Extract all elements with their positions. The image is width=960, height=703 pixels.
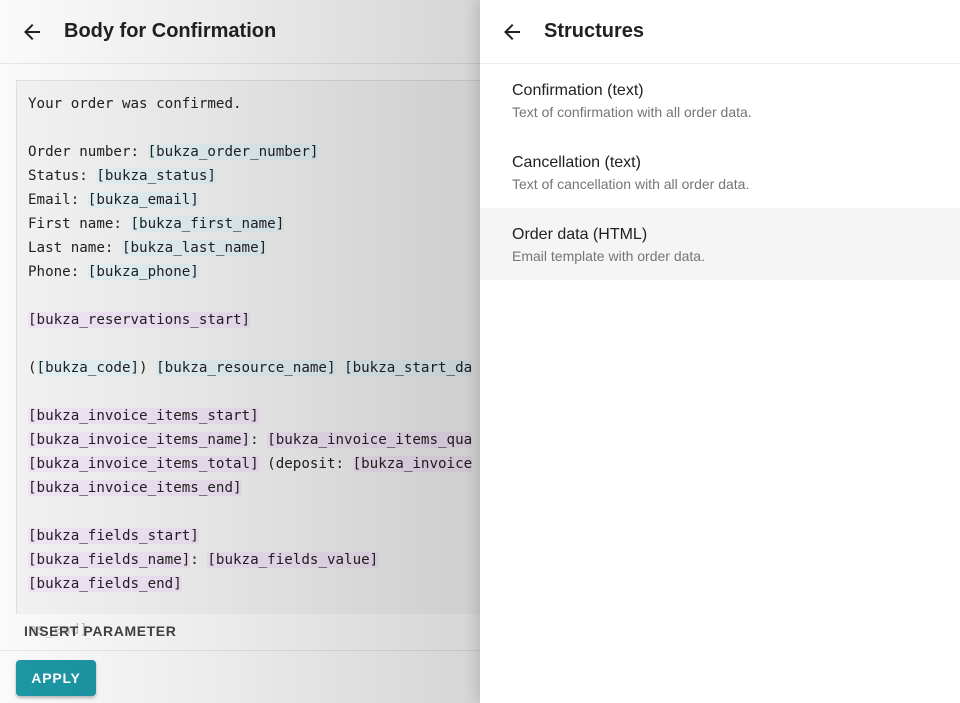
code-section-tag: [bukza_invoice_items_start] — [28, 408, 259, 424]
code-text: : — [190, 552, 208, 568]
back-button[interactable] — [0, 0, 64, 64]
code-text: : — [250, 432, 268, 448]
code-section-tag: [bukza_fields_start] — [28, 528, 199, 544]
code-text: Order number: — [28, 144, 148, 160]
code-text: First name: — [28, 216, 131, 232]
structure-item-title: Confirmation (text) — [512, 82, 644, 99]
code-section-tag: [bukza_invoice_items_qua — [267, 432, 473, 448]
drawer-header: Structures — [480, 0, 960, 64]
structure-item-subtitle: Email template with order data. — [512, 248, 705, 264]
structure-item-cancellation[interactable]: Cancellation (text) Text of cancellation… — [480, 136, 960, 208]
code-parameter: [bukza_resource_name] — [156, 360, 336, 376]
structure-item-subtitle: Text of cancellation with all order data… — [512, 176, 750, 192]
drawer-back-button[interactable] — [480, 0, 544, 64]
structure-item-subtitle: Text of confirmation with all order data… — [512, 104, 752, 120]
code-section-tag: [bukza_fields_name] — [28, 552, 191, 568]
code-text: ) — [139, 360, 157, 376]
structure-item-title: Order data (HTML) — [512, 226, 648, 243]
code-section-tag: [bukza_invoice — [352, 456, 473, 472]
code-section-tag: [bukza_reservations_start] — [28, 312, 251, 328]
structure-item-confirmation[interactable]: Confirmation (text) Text of confirmation… — [480, 64, 960, 136]
arrow-left-icon — [24, 23, 40, 40]
code-parameter: [bukza_start_da — [344, 360, 473, 376]
code-text: ( — [28, 360, 37, 376]
code-section-tag: [bukza_fields_end] — [28, 576, 182, 592]
structure-item-order-data[interactable]: Order data (HTML) Email template with or… — [480, 208, 960, 280]
code-parameter: [bukza_code] — [36, 360, 140, 376]
code-parameter: [bukza_last_name] — [121, 240, 268, 256]
code-parameter: [bukza_first_name] — [130, 216, 285, 232]
code-text: Last name: — [28, 240, 122, 256]
code-section-tag: [bukza_invoice_items_total] — [28, 456, 259, 472]
code-parameter: [bukza_order_number] — [147, 144, 319, 160]
code-section-tag: [bukza_invoice_items_name] — [28, 432, 251, 448]
code-parameter: [bukza_status] — [96, 168, 216, 184]
code-section-tag: [bukza_fields_value] — [207, 552, 379, 568]
page-title: Body for Confirmation — [64, 20, 277, 42]
drawer-title: Structures — [544, 20, 645, 42]
code-text: Your order was confirmed. — [28, 96, 242, 112]
insert-parameter-button[interactable]: INSERT PARAMETER — [24, 623, 176, 639]
code-parameter: [bukza_phone] — [87, 264, 199, 280]
code-text: Email: — [28, 192, 88, 208]
apply-button[interactable]: APPLY — [16, 660, 96, 696]
code-text: Phone: — [28, 264, 88, 280]
code-text: (deposit: — [258, 456, 353, 472]
code-parameter: [bukza_email] — [87, 192, 199, 208]
code-section-tag: [bukza_invoice_items_end] — [28, 480, 242, 496]
arrow-left-icon — [504, 23, 520, 40]
structures-drawer: Structures Confirmation (text) Text of c… — [480, 0, 960, 703]
structure-item-title: Cancellation (text) — [512, 154, 641, 171]
code-text: Status: — [28, 168, 97, 184]
